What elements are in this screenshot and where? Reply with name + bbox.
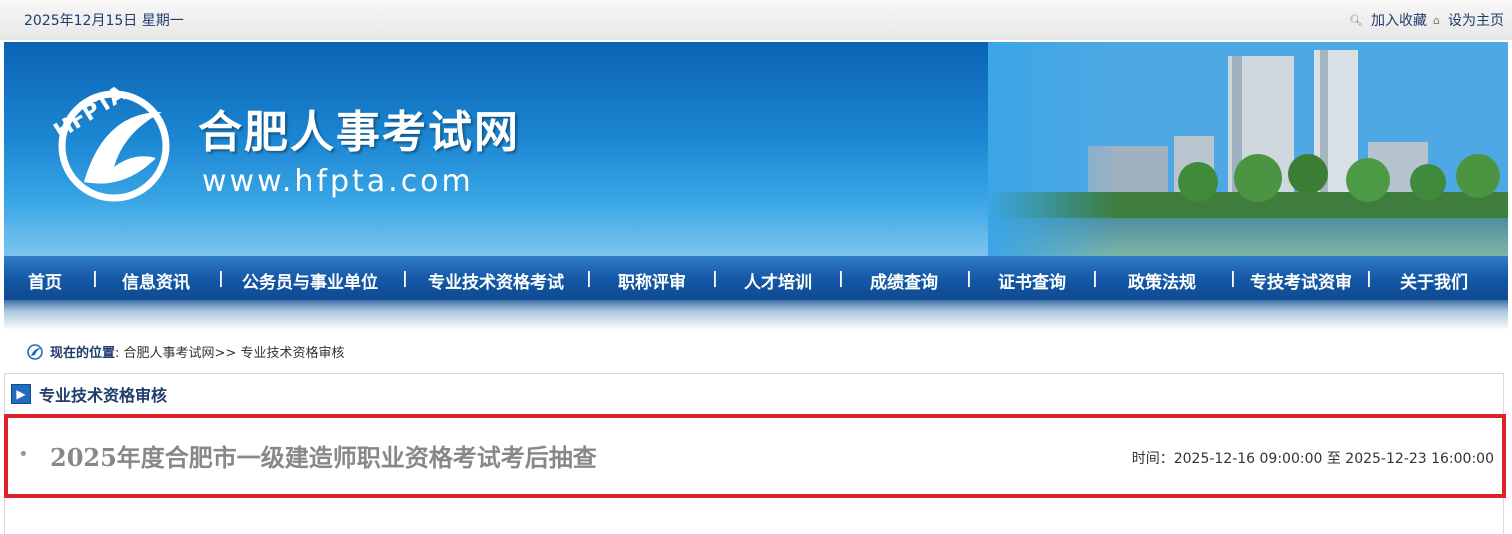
section-title: 专业技术资格审核 (39, 386, 168, 405)
nav-separator: | (1092, 268, 1098, 287)
magnifier-icon: 🔍︎ (1349, 13, 1364, 27)
site-url: www.hfpta.com (202, 164, 474, 199)
section-header: ▶ 专业技术资格审核 (11, 382, 167, 406)
nav-separator: | (586, 268, 592, 287)
breadcrumb: 现在的位置 : 合肥人事考试网>> 专业技术资格审核 (26, 342, 344, 361)
hfpta-logo[interactable]: HFPTA (44, 72, 184, 212)
nav-separator: | (1366, 268, 1372, 287)
current-date: 2025年12月15日 星期一 (24, 13, 184, 29)
site-title: 合肥人事考试网 (198, 107, 520, 158)
nav-item[interactable]: 成绩查询 (870, 268, 938, 293)
city-skyline-image (988, 42, 1508, 256)
nav-separator: | (92, 268, 98, 287)
top-bar: 2025年12月15日 星期一 🔍︎ 加入收藏 ⌂ 设为主页 (0, 0, 1512, 40)
play-arrow-icon: ▶ (11, 384, 31, 404)
nav-item[interactable]: 信息资讯 (122, 268, 190, 293)
nav-item[interactable]: 人才培训 (744, 268, 812, 293)
add-favorite-link[interactable]: 加入收藏 (1371, 10, 1427, 30)
nav-separator: | (218, 268, 224, 287)
nav-separator: | (966, 268, 972, 287)
nav-item[interactable]: 公务员与事业单位 (242, 268, 378, 293)
nav-separator: | (838, 268, 844, 287)
top-links: 🔍︎ 加入收藏 ⌂ 设为主页 (1349, 10, 1504, 30)
main-nav: 首页 信息资讯 公务员与事业单位 专业技术资格考试 职称评审 人才培训 成绩查询 证书查询 政策… (4, 256, 1508, 300)
nav-item[interactable]: 专业技术资格考试 (428, 268, 564, 293)
list-item[interactable]: • 2025年度合肥市一级建造师职业资格考试考后抽查 时间：2025-12-16… (4, 414, 1506, 498)
breadcrumb-label: 现在的位置 (50, 346, 116, 361)
nav-item[interactable]: 证书查询 (998, 268, 1066, 293)
nav-divider (4, 300, 1508, 330)
nav-separator: | (402, 268, 408, 287)
nav-item[interactable]: 职称评审 (618, 268, 686, 293)
nav-separator: | (1230, 268, 1236, 287)
house-icon: ⌂ (1433, 13, 1440, 27)
nav-item[interactable]: 政策法规 (1128, 268, 1196, 293)
breadcrumb-path[interactable]: : 合肥人事考试网>> 专业技术资格审核 (115, 342, 344, 361)
nav-item[interactable]: 专技考试资审 (1250, 268, 1352, 293)
list-item-time: 时间：2025-12-16 09:00:00 至 2025-12-23 16:0… (1131, 451, 1494, 467)
set-homepage-link[interactable]: 设为主页 (1448, 10, 1504, 30)
nav-separator: | (712, 268, 718, 287)
site-logo-small-icon (27, 343, 43, 360)
nav-item[interactable]: 首页 (28, 268, 62, 293)
list-item-title[interactable]: 2025年度合肥市一级建造师职业资格考试考后抽查 (50, 438, 597, 473)
nav-item[interactable]: 关于我们 (1400, 268, 1468, 293)
bullet-dot-icon: • (18, 444, 29, 465)
header-banner: HFPTA 合肥人事考试网 www.hfpta.com (4, 42, 1508, 256)
